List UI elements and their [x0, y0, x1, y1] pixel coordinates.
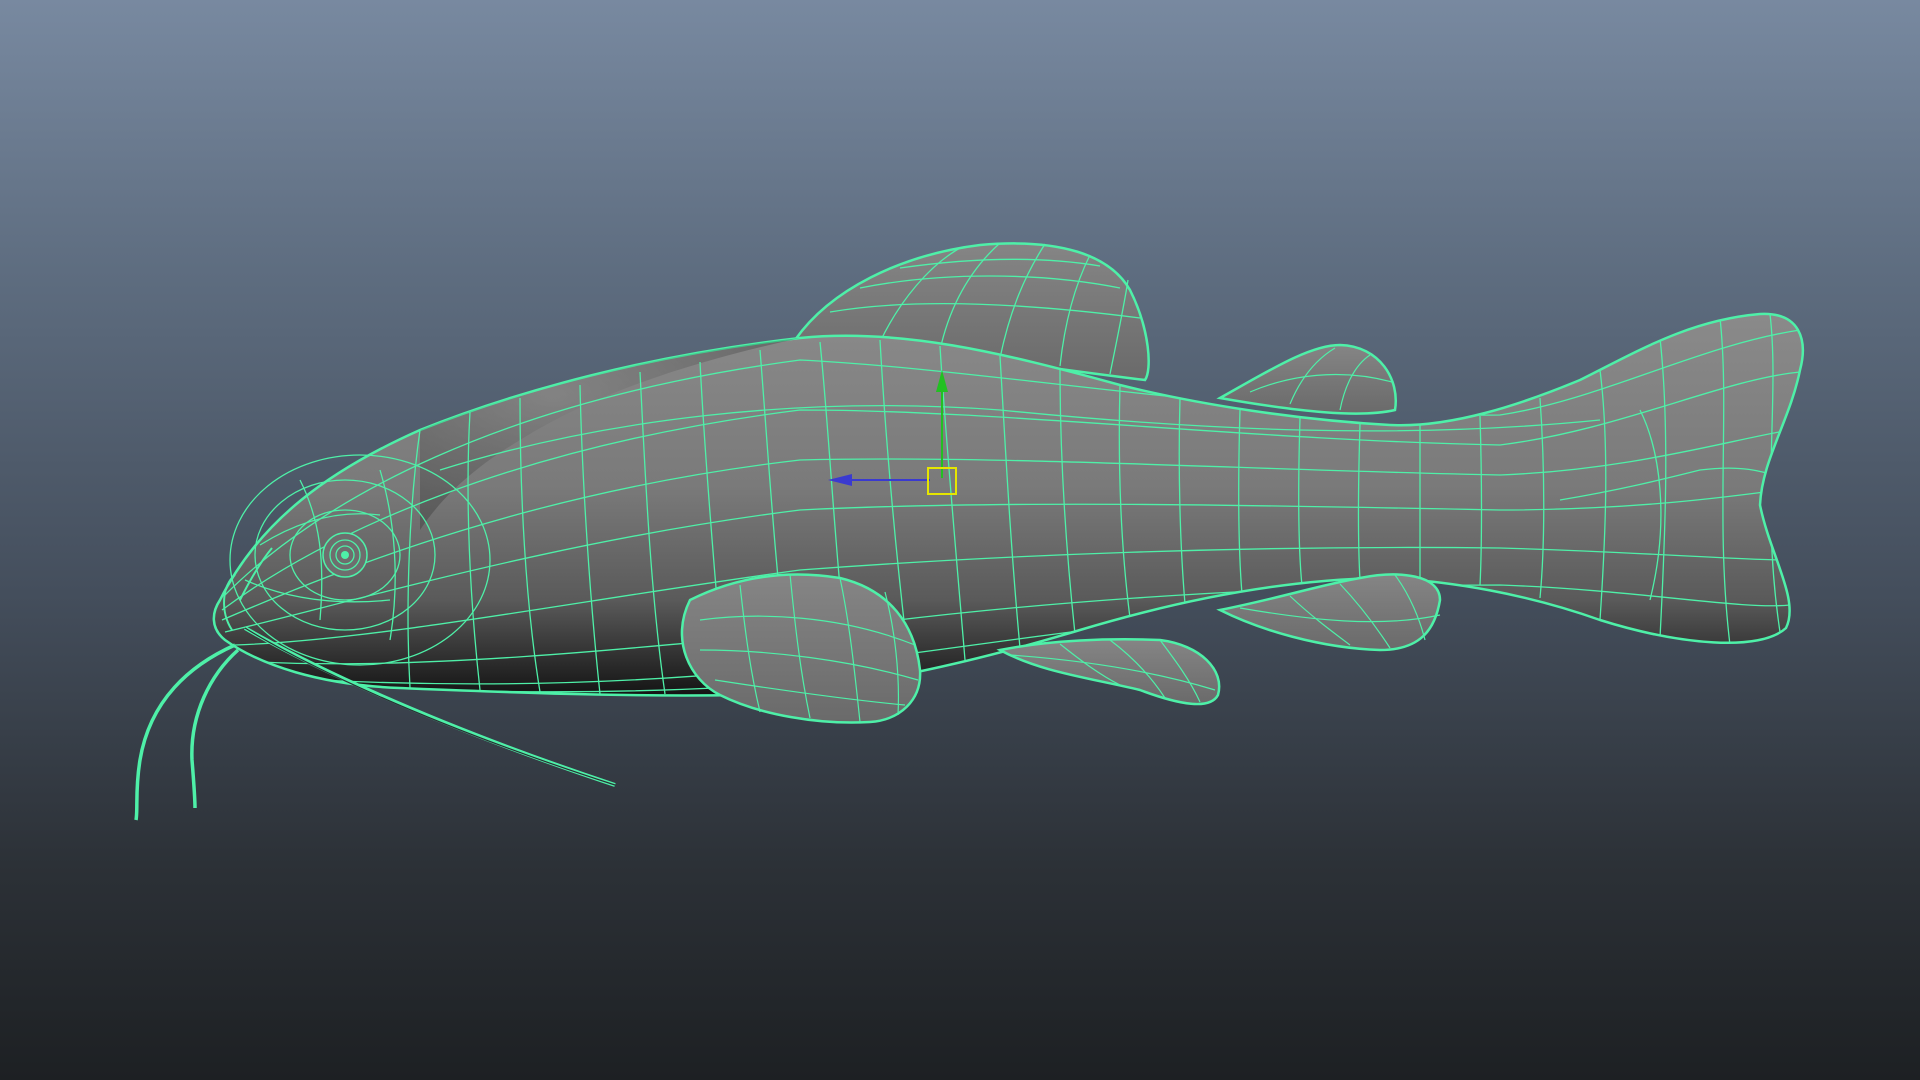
3d-viewport[interactable]: [0, 0, 1920, 1080]
fish-body[interactable]: [212, 312, 1804, 697]
adipose-fin[interactable]: [1216, 343, 1397, 415]
viewport-scene[interactable]: [0, 0, 1920, 1080]
pelvic-fin[interactable]: [996, 638, 1221, 706]
eye-icon: [322, 532, 368, 578]
catfish-mesh[interactable]: [134, 242, 1804, 821]
